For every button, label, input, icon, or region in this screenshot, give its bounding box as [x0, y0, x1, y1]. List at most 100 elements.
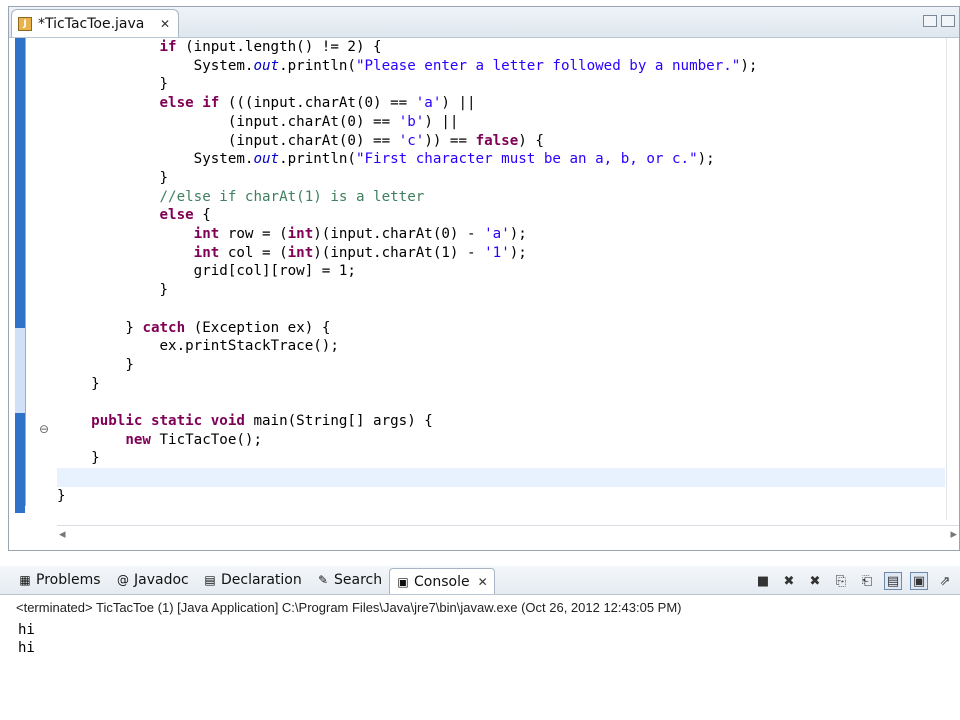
code-token: "First character must be an a, b, or c." — [355, 151, 698, 168]
code-token: ); — [740, 57, 758, 74]
code-line[interactable]: System.out.println("First character must… — [57, 150, 945, 169]
copy-icon[interactable]: ⎘ — [832, 572, 850, 590]
code-token: //else if charAt(1) is a letter — [159, 188, 425, 205]
fold-collapse-icon[interactable]: ⊖ — [39, 422, 49, 436]
code-token: grid[col][row] = 1; — [193, 263, 356, 280]
code-token: int — [287, 226, 314, 242]
code-token: input.charAt(0) == — [253, 95, 416, 112]
code-line[interactable]: int col = (int)(input.charAt(1) - '1'); — [57, 244, 945, 263]
code-line[interactable] — [57, 393, 945, 412]
tab-javadoc[interactable]: @ Javadoc — [116, 570, 189, 590]
code-line[interactable]: else if (((input.charAt(0) == 'a') || — [57, 94, 945, 113]
maximize-button[interactable] — [941, 15, 955, 27]
code-line[interactable]: //else if charAt(1) is a letter — [57, 188, 945, 207]
panel-tab-bar: ▦ Problems @ Javadoc ▤ Declaration ✎ Sea… — [0, 566, 960, 595]
remove-all-icon[interactable]: ✖ — [806, 572, 824, 590]
overview-ruler-left — [15, 38, 26, 513]
code-token: } — [125, 356, 134, 373]
code-line[interactable]: System.out.println("Please enter a lette… — [57, 57, 945, 76]
console-status-line: <terminated> TicTacToe (1) [Java Applica… — [16, 600, 682, 615]
code-token: } — [159, 282, 169, 299]
change-marker — [15, 413, 25, 513]
code-line[interactable]: (input.charAt(0) == 'c')) == false) { — [57, 132, 945, 151]
current-code-line[interactable] — [57, 468, 945, 488]
horizontal-scrollbar[interactable]: ◂ ▸ — [57, 525, 959, 544]
code-token: public static void — [91, 413, 245, 429]
code-line[interactable]: if (input.length() != 2) { — [57, 38, 945, 57]
code-token: out — [253, 151, 280, 168]
paste-icon[interactable]: ⎗ — [858, 572, 876, 590]
close-console-icon[interactable]: ✕ — [478, 575, 488, 589]
code-token: } — [159, 169, 169, 186]
tab-search[interactable]: ✎ Search — [316, 570, 382, 590]
overview-ruler-right — [946, 38, 959, 520]
tab-label: Console — [414, 573, 470, 590]
code-line[interactable]: } — [57, 487, 945, 506]
console-toolbar: ■ ✖ ✖ ⎘ ⎗ ▤ ▣ ⇗ — [754, 572, 954, 590]
code-token: TicTacToe(); — [150, 431, 263, 448]
code-token: int — [193, 226, 220, 242]
code-token: ) { — [518, 132, 544, 149]
change-marker — [15, 38, 25, 328]
code-line[interactable]: (input.charAt(0) == 'b') || — [57, 113, 945, 132]
bottom-panel: ▦ Problems @ Javadoc ▤ Declaration ✎ Sea… — [0, 566, 960, 720]
code-token: ); — [509, 226, 527, 242]
code-token: ); — [697, 151, 715, 168]
code-line[interactable]: grid[col][row] = 1; — [57, 262, 945, 281]
code-token: { — [193, 207, 211, 224]
code-line[interactable]: ex.printStackTrace(); — [57, 337, 945, 356]
terminate-icon[interactable]: ■ — [754, 572, 772, 590]
code-token: ex.printStackTrace(); — [159, 338, 339, 355]
javadoc-icon: @ — [117, 573, 129, 587]
code-token: 'a' — [415, 95, 442, 112]
tab-problems[interactable]: ▦ Problems — [18, 570, 101, 590]
code-line[interactable]: } — [57, 169, 945, 188]
code-token: )(input.charAt(1) - — [313, 244, 485, 261]
minimize-button[interactable] — [923, 15, 937, 27]
code-token: row = ( — [219, 226, 288, 242]
code-token: .println( — [279, 151, 356, 168]
scroll-right-icon[interactable]: ▸ — [950, 527, 957, 542]
console-output-line: hi — [18, 622, 35, 638]
code-token: ((( — [219, 95, 254, 112]
tab-label: Problems — [36, 572, 101, 588]
code-token: else — [159, 207, 194, 224]
code-area[interactable]: if (input.length() != 2) { System.out.pr… — [57, 38, 945, 524]
code-line[interactable]: public static void main(String[] args) { — [57, 412, 945, 431]
code-line[interactable]: } — [57, 356, 945, 375]
code-token: } — [125, 319, 143, 336]
code-line[interactable]: int row = (int)(input.charAt(0) - 'a'); — [57, 225, 945, 244]
console-output-line: hi — [18, 640, 35, 656]
scroll-left-icon[interactable]: ◂ — [59, 527, 66, 542]
open-console-icon[interactable]: ⇗ — [936, 572, 954, 590]
remove-launch-icon[interactable]: ✖ — [780, 572, 798, 590]
console-icon: ▣ — [397, 574, 409, 589]
code-line[interactable] — [57, 300, 945, 319]
tab-label: Javadoc — [134, 572, 189, 588]
code-token: (input.charAt(0) == — [227, 132, 399, 149]
code-line[interactable]: } — [57, 375, 945, 394]
editor-tab-tictactoe[interactable]: J *TicTacToe.java ✕ — [11, 9, 179, 37]
code-token: )(input.charAt(0) - — [313, 226, 485, 242]
code-token: (input.length() != 2) { — [176, 39, 382, 55]
code-line[interactable]: else { — [57, 206, 945, 225]
code-line[interactable]: } catch (Exception ex) { — [57, 319, 945, 338]
declaration-icon: ▤ — [204, 573, 216, 587]
code-line[interactable]: } — [57, 449, 945, 468]
code-line[interactable]: new TicTacToe(); — [57, 431, 945, 450]
editor-tab-bar: J *TicTacToe.java ✕ — [9, 7, 959, 38]
problems-icon: ▦ — [19, 573, 31, 587]
code-line[interactable]: } — [57, 281, 945, 300]
scroll-lock-icon[interactable]: ▤ — [884, 572, 902, 590]
code-token: System. — [193, 57, 254, 74]
code-token: col = ( — [219, 244, 288, 261]
tab-console[interactable]: ▣ Console ✕ — [389, 568, 495, 594]
java-file-icon: J — [18, 16, 32, 31]
code-token: (Exception ex) { — [185, 319, 331, 336]
tab-declaration[interactable]: ▤ Declaration — [203, 570, 302, 590]
close-tab-icon[interactable]: ✕ — [160, 17, 170, 31]
code-line[interactable]: } — [57, 75, 945, 94]
tab-label: Declaration — [221, 572, 302, 588]
show-console-icon[interactable]: ▣ — [910, 572, 928, 590]
code-editor[interactable]: J *TicTacToe.java ✕ ⊖ if (input.length()… — [8, 6, 960, 551]
